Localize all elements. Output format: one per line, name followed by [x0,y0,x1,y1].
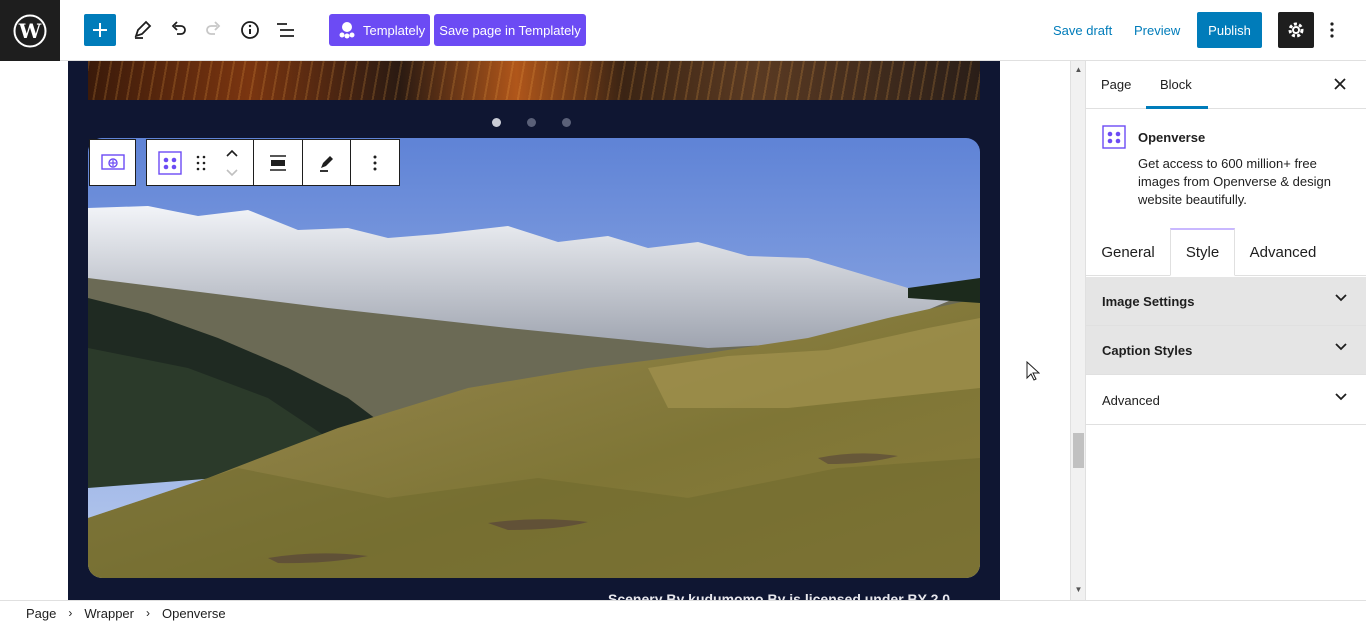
close-icon[interactable] [1334,77,1346,95]
panel-label: Image Settings [1102,293,1195,309]
svg-text:W: W [18,19,42,43]
breadcrumb-item[interactable]: Openverse [162,606,226,621]
slider-dot[interactable] [562,118,571,127]
undo-icon[interactable] [162,14,194,46]
settings-sidebar: Page Block Openverse Get access to 600 m… [1085,61,1366,600]
tab-page[interactable]: Page [1101,77,1131,92]
add-block-button[interactable] [84,14,116,46]
breadcrumb-item[interactable]: Page [26,606,56,621]
slider-dot[interactable] [492,118,501,127]
scroll-down-arrow-icon[interactable]: ▼ [1074,585,1083,594]
breadcrumb: Page › Wrapper › Openverse [0,600,1366,625]
block-switcher-group [89,139,136,186]
wordpress-logo-icon[interactable]: W [0,0,60,61]
pencil-icon[interactable] [126,14,158,46]
chevron-right-icon: › [68,606,73,620]
panel-label: Caption Styles [1102,342,1193,358]
active-tab-indicator [1146,106,1208,109]
slider-dots [492,118,571,127]
tab-block[interactable]: Block [1160,77,1192,92]
chevron-down-icon [1335,343,1347,351]
mouse-cursor-icon [1026,361,1040,381]
preview-button[interactable]: Preview [1134,23,1180,38]
block-title: Openverse [1138,130,1206,145]
templately-label: Templately [363,22,426,38]
chevron-down-icon [1335,294,1347,302]
sidebar-tabs: Page Block [1086,61,1366,109]
more-options-icon[interactable] [351,140,399,185]
openverse-grid-icon[interactable] [147,140,192,185]
chevron-down-icon [1335,393,1347,401]
options-kebab-icon[interactable] [1322,18,1342,42]
block-description: Get access to 600 million+ free images f… [1138,156,1331,207]
redo-icon[interactable] [198,14,230,46]
panel-image-settings[interactable]: Image Settings [1086,277,1366,326]
list-view-icon[interactable] [270,14,302,46]
move-up-down-icon[interactable] [210,140,254,185]
block-controls-group [146,139,400,186]
drag-handle-icon[interactable] [192,140,210,185]
save-draft-button[interactable]: Save draft [1053,23,1112,38]
chevron-right-icon: › [146,606,150,620]
scroll-up-arrow-icon[interactable]: ▲ [1074,65,1083,74]
editor-toolbar: W Templately Save page in Templately Sav… [0,0,1366,61]
image-caption: Scenery By kudumomo By is licensed under… [608,591,951,600]
templately-button[interactable]: Templately [329,14,430,46]
tab-advanced[interactable]: Advanced [1235,228,1331,276]
canvas-scrollbar[interactable]: ▲ ▼ [1070,61,1085,600]
settings-gear-icon[interactable] [1278,12,1314,48]
editor-canvas[interactable]: Scenery By kudumomo By is licensed under… [0,61,1070,600]
scroll-thumb[interactable] [1073,433,1084,468]
tab-style[interactable]: Style [1170,228,1235,276]
block-toolbar [89,139,400,186]
panel-label: Advanced [1102,392,1160,408]
panel-caption-styles[interactable]: Caption Styles [1086,326,1366,375]
templately-icon [339,22,355,39]
openverse-block-icon[interactable] [90,140,135,185]
previous-slide-image [88,61,980,100]
openverse-block-icon [1102,125,1126,149]
slider-dot[interactable] [527,118,536,127]
edit-icon[interactable] [303,140,351,185]
panel-advanced[interactable]: Advanced [1086,376,1366,425]
block-sub-tabs: General Style Advanced [1086,228,1366,276]
publish-button[interactable]: Publish [1197,12,1262,48]
breadcrumb-item[interactable]: Wrapper [84,606,134,621]
save-in-templately-button[interactable]: Save page in Templately [434,14,586,46]
align-icon[interactable] [254,140,303,185]
info-icon[interactable] [234,14,266,46]
openverse-image[interactable] [88,138,980,578]
tab-general[interactable]: General [1086,228,1170,276]
